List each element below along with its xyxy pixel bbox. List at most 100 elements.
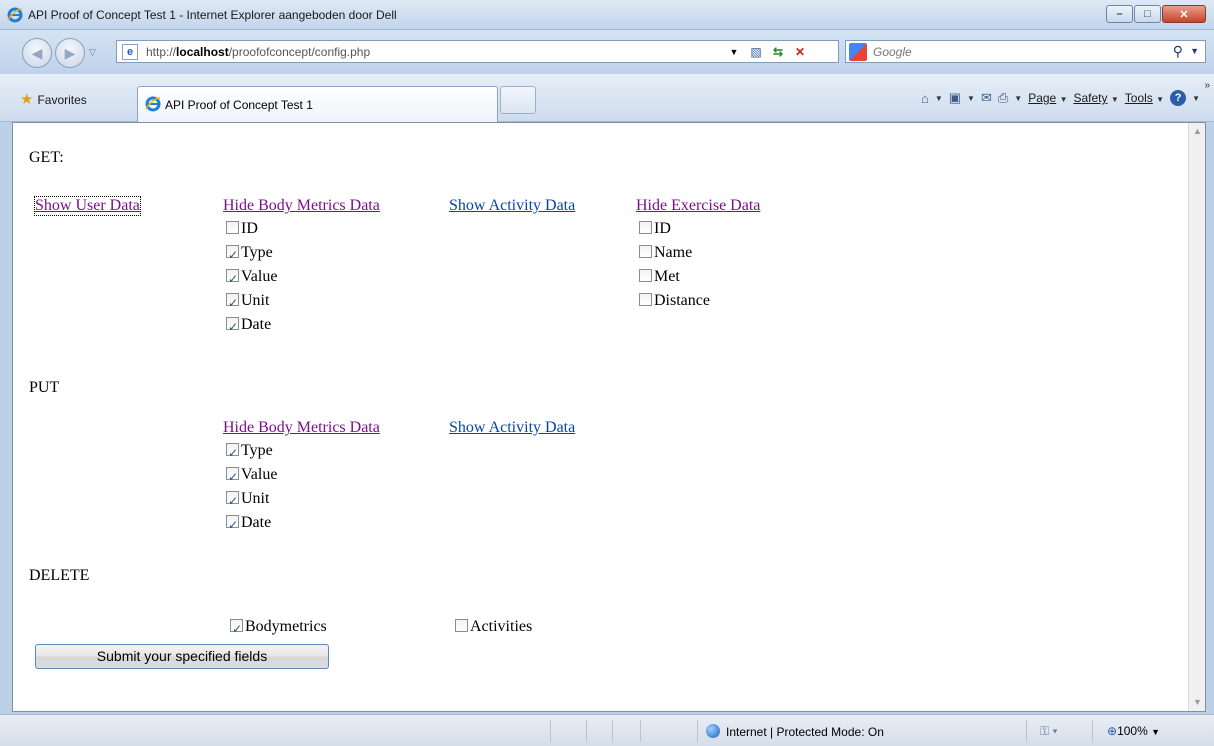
title-bar: API Proof of Concept Test 1 - Internet E… — [0, 0, 1214, 30]
print-dropdown-icon[interactable]: ▼ — [1014, 94, 1022, 103]
put-body-type-checkbox[interactable] — [226, 441, 239, 465]
maximize-icon: □ — [1144, 8, 1151, 20]
checkbox-row[interactable]: ID — [226, 217, 277, 241]
security-zone[interactable]: Internet | Protected Mode: On — [706, 724, 884, 739]
star-icon: ★ — [20, 91, 34, 108]
search-icon[interactable]: ⚲ — [1173, 43, 1183, 60]
get-exercise-distance-checkbox[interactable] — [639, 293, 652, 306]
favorites-label: Favorites — [37, 93, 87, 107]
back-button[interactable]: ◀ — [22, 38, 52, 68]
page-icon: e — [122, 44, 138, 60]
checkbox-label: Name — [654, 244, 693, 261]
scroll-up-icon[interactable]: ▲ — [1189, 123, 1205, 140]
checkbox-row[interactable]: Name — [639, 241, 710, 265]
protected-mode-icon[interactable]: ⚿ ▾ — [1040, 724, 1058, 739]
refresh-icon[interactable]: ⇆ — [769, 43, 787, 61]
tools-menu[interactable]: Tools ▼ — [1125, 91, 1164, 105]
checkbox-label: Date — [241, 514, 272, 531]
get-heading: GET: — [29, 149, 64, 166]
get-body-date-checkbox[interactable] — [226, 315, 239, 339]
get-body-id-checkbox[interactable] — [226, 221, 239, 234]
help-dropdown-icon[interactable]: ▼ — [1192, 94, 1200, 103]
put-body-value-checkbox[interactable] — [226, 465, 239, 489]
hide-body-metrics-link[interactable]: Hide Body Metrics Data — [223, 197, 380, 215]
address-bar[interactable]: e http://localhost/proofofconcept/config… — [116, 40, 839, 63]
overflow-chevron-icon[interactable]: » — [1204, 80, 1210, 91]
globe-icon — [706, 724, 720, 738]
help-icon[interactable]: ? — [1170, 90, 1187, 106]
page-menu[interactable]: Page ▼ — [1028, 91, 1067, 105]
status-bar: Internet | Protected Mode: On ⚿ ▾ ⊕100% … — [0, 714, 1214, 746]
search-box[interactable]: Google ⚲ ▼ — [845, 40, 1206, 63]
checkbox-row[interactable]: Type — [226, 241, 277, 267]
forward-button[interactable]: ▶ — [55, 38, 85, 68]
home-dropdown-icon[interactable]: ▼ — [935, 94, 943, 103]
maximize-button[interactable]: □ — [1134, 5, 1161, 23]
checkbox-row[interactable]: Date — [226, 511, 277, 537]
search-input[interactable]: Google — [873, 45, 912, 59]
address-dropdown-icon[interactable]: ▼ — [727, 43, 741, 61]
get-body-type-checkbox[interactable] — [226, 243, 239, 267]
close-icon: ✕ — [1179, 9, 1189, 21]
put-body-date-checkbox[interactable] — [226, 513, 239, 537]
put-body-unit-checkbox[interactable] — [226, 489, 239, 513]
checkbox-row[interactable]: Value — [226, 463, 277, 489]
get-exercise-id-checkbox[interactable] — [639, 221, 652, 234]
get-body-unit-checkbox[interactable] — [226, 291, 239, 315]
scroll-down-icon[interactable]: ▼ — [1189, 694, 1205, 711]
status-divider — [697, 720, 698, 742]
status-divider — [1026, 720, 1027, 742]
show-activity-data-link[interactable]: Show Activity Data — [449, 197, 575, 215]
checkbox-row[interactable]: Date — [226, 313, 277, 339]
checkbox-label: Unit — [241, 490, 270, 507]
put-heading: PUT — [29, 379, 60, 396]
address-toolbar: ◀ ▶ ▽ e http://localhost/proofofconcept/… — [0, 30, 1214, 74]
favorites-bar: ★ Favorites API Proof of Concept Test 1 ⌂… — [0, 74, 1214, 122]
delete-bodymetrics-row[interactable]: Bodymetrics — [230, 615, 327, 641]
checkbox-row[interactable]: Distance — [639, 289, 710, 313]
compatibility-view-icon[interactable]: ▧ — [747, 43, 765, 61]
put-body-fields: Type Value Unit Date — [226, 439, 277, 537]
mail-icon[interactable]: ✉ — [981, 90, 992, 106]
checkbox-label: Bodymetrics — [245, 618, 327, 635]
zoom-control[interactable]: ⊕100% ▼ — [1107, 724, 1160, 738]
hide-exercise-data-link[interactable]: Hide Exercise Data — [636, 197, 760, 215]
home-icon[interactable]: ⌂ — [921, 91, 929, 106]
history-dropdown-icon[interactable]: ▽ — [89, 47, 96, 58]
favorites-button[interactable]: ★ Favorites — [20, 90, 87, 108]
checkbox-row[interactable]: ID — [639, 217, 710, 241]
search-dropdown-icon[interactable]: ▼ — [1190, 46, 1199, 56]
checkbox-row[interactable]: Unit — [226, 289, 277, 315]
back-arrow-icon: ◀ — [31, 45, 43, 61]
new-tab-button[interactable] — [500, 86, 536, 114]
checkbox-row[interactable]: Unit — [226, 487, 277, 513]
minimize-button[interactable]: – — [1106, 5, 1133, 23]
get-body-value-checkbox[interactable] — [226, 267, 239, 291]
get-exercise-met-checkbox[interactable] — [639, 269, 652, 282]
delete-activities-row[interactable]: Activities — [455, 615, 532, 639]
safety-menu[interactable]: Safety ▼ — [1074, 91, 1119, 105]
checkbox-row[interactable]: Met — [639, 265, 710, 289]
stop-icon[interactable]: ✕ — [791, 43, 809, 61]
feeds-icon[interactable]: ▣ — [949, 90, 961, 106]
checkbox-row[interactable]: Type — [226, 439, 277, 465]
status-divider — [1092, 720, 1093, 742]
status-divider — [612, 720, 613, 742]
checkbox-row[interactable]: Value — [226, 265, 277, 291]
show-user-data-link[interactable]: Show User Data — [34, 196, 141, 216]
delete-activities-checkbox[interactable] — [455, 619, 468, 632]
get-exercise-name-checkbox[interactable] — [639, 245, 652, 258]
close-button[interactable]: ✕ — [1162, 5, 1206, 23]
delete-heading: DELETE — [29, 567, 90, 584]
submit-button[interactable]: Submit your specified fields — [35, 644, 329, 669]
feeds-dropdown-icon[interactable]: ▼ — [967, 94, 975, 103]
put-show-activity-data-link[interactable]: Show Activity Data — [449, 419, 575, 437]
print-icon[interactable]: ⎙ — [998, 90, 1008, 106]
vertical-scrollbar[interactable]: ▲ ▼ — [1188, 123, 1205, 711]
window-title: API Proof of Concept Test 1 - Internet E… — [28, 8, 397, 22]
put-hide-body-metrics-link[interactable]: Hide Body Metrics Data — [223, 419, 380, 437]
delete-bodymetrics-checkbox[interactable] — [230, 617, 243, 641]
checkbox-label: ID — [654, 220, 671, 237]
tab-active[interactable]: API Proof of Concept Test 1 — [137, 86, 498, 122]
minimize-icon: – — [1116, 8, 1123, 20]
